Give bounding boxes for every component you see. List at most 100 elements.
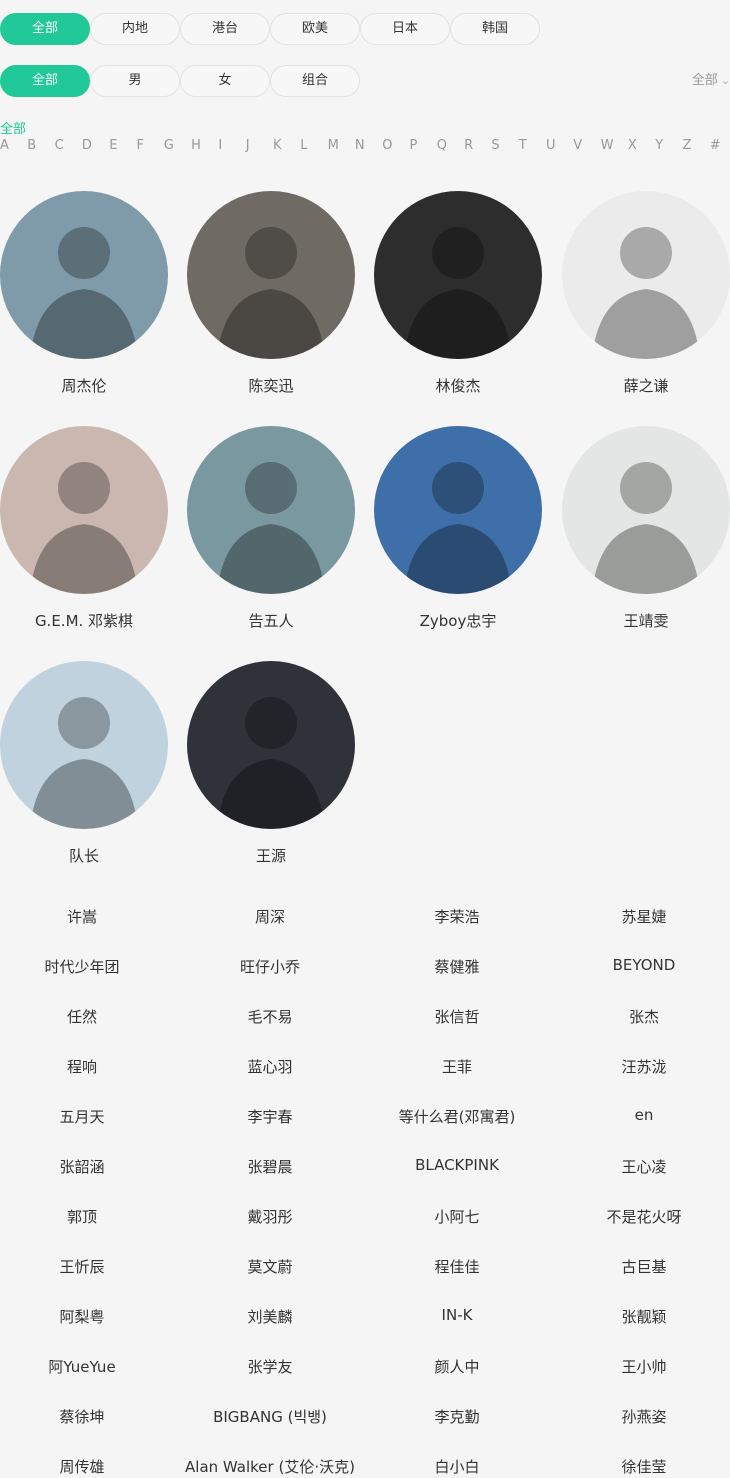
singer-name[interactable]: Zyboy忠宇 bbox=[354, 610, 562, 631]
singer-name[interactable]: 王源 bbox=[167, 845, 375, 866]
region-filter-4[interactable]: 日本 bbox=[360, 13, 450, 45]
singer-list-item[interactable]: 郭顶 bbox=[0, 1206, 173, 1227]
singer-list-item[interactable]: 阿YueYue bbox=[0, 1356, 173, 1377]
alpha-letter-i[interactable]: I bbox=[218, 138, 222, 153]
alpha-letter-n[interactable]: N bbox=[355, 138, 365, 153]
singer-list-item[interactable]: en bbox=[553, 1106, 730, 1124]
alpha-letter-d[interactable]: D bbox=[82, 138, 92, 153]
singer-card[interactable]: 周杰伦 bbox=[0, 191, 168, 395]
singer-list-item[interactable]: 小阿七 bbox=[366, 1206, 548, 1227]
singer-avatar[interactable] bbox=[562, 191, 730, 359]
singer-list-item[interactable]: 苏星婕 bbox=[553, 906, 730, 927]
singer-list-item[interactable]: 李宇春 bbox=[179, 1106, 361, 1127]
alpha-letter-b[interactable]: B bbox=[27, 138, 36, 153]
singer-list-item[interactable]: 刘美麟 bbox=[179, 1306, 361, 1327]
alpha-letter-y[interactable]: Y bbox=[655, 138, 663, 153]
singer-list-item[interactable]: 古巨基 bbox=[553, 1256, 730, 1277]
singer-name[interactable]: G.E.M. 邓紫棋 bbox=[0, 610, 188, 631]
alpha-letter-z[interactable]: Z bbox=[683, 138, 692, 153]
singer-avatar[interactable] bbox=[0, 191, 168, 359]
singer-list-item[interactable]: 李荣浩 bbox=[366, 906, 548, 927]
alpha-letter-s[interactable]: S bbox=[491, 138, 499, 153]
singer-name[interactable]: 周杰伦 bbox=[0, 375, 188, 396]
singer-name[interactable]: 陈奕迅 bbox=[167, 375, 375, 396]
singer-avatar[interactable] bbox=[0, 426, 168, 594]
singer-list-item[interactable]: 等什么君(邓寓君) bbox=[366, 1106, 548, 1127]
singer-list-item[interactable]: 王菲 bbox=[366, 1056, 548, 1077]
alpha-filter-all[interactable]: 全部 bbox=[0, 118, 26, 137]
singer-avatar[interactable] bbox=[187, 191, 355, 359]
singer-list-item[interactable]: BEYOND bbox=[553, 956, 730, 974]
alpha-letter-a[interactable]: A bbox=[0, 138, 9, 153]
singer-list-item[interactable]: 张杰 bbox=[553, 1006, 730, 1027]
singer-list-item[interactable]: 王忻辰 bbox=[0, 1256, 173, 1277]
singer-list-item[interactable]: 旺仔小乔 bbox=[179, 956, 361, 977]
singer-list-item[interactable]: 阿梨粤 bbox=[0, 1306, 173, 1327]
singer-list-item[interactable]: 任然 bbox=[0, 1006, 173, 1027]
singer-card[interactable]: 陈奕迅 bbox=[187, 191, 355, 395]
singer-list-item[interactable]: Alan Walker (艾伦·沃克) bbox=[179, 1456, 361, 1477]
singer-card[interactable]: 队长 bbox=[0, 661, 168, 865]
singer-list-item[interactable]: 周传雄 bbox=[0, 1456, 173, 1477]
alpha-letter-hash[interactable]: # bbox=[710, 138, 721, 153]
alpha-letter-p[interactable]: P bbox=[410, 138, 418, 153]
singer-list-item[interactable]: 蔡健雅 bbox=[366, 956, 548, 977]
singer-name[interactable]: 林俊杰 bbox=[354, 375, 562, 396]
singer-list-item[interactable]: 五月天 bbox=[0, 1106, 173, 1127]
singer-avatar[interactable] bbox=[562, 426, 730, 594]
alpha-letter-q[interactable]: Q bbox=[437, 138, 447, 153]
region-filter-2[interactable]: 港台 bbox=[180, 13, 270, 45]
alpha-letter-r[interactable]: R bbox=[464, 138, 473, 153]
alpha-letter-e[interactable]: E bbox=[109, 138, 117, 153]
singer-list-item[interactable]: 王心凌 bbox=[553, 1156, 730, 1177]
alpha-letter-v[interactable]: V bbox=[573, 138, 582, 153]
singer-name[interactable]: 队长 bbox=[0, 845, 188, 866]
singer-list-item[interactable]: 蓝心羽 bbox=[179, 1056, 361, 1077]
singer-list-item[interactable]: 毛不易 bbox=[179, 1006, 361, 1027]
singer-list-item[interactable]: 汪苏泷 bbox=[553, 1056, 730, 1077]
singer-name[interactable]: 告五人 bbox=[167, 610, 375, 631]
singer-card[interactable]: 告五人 bbox=[187, 426, 355, 630]
alpha-letter-g[interactable]: G bbox=[164, 138, 174, 153]
singer-list-item[interactable]: 张碧晨 bbox=[179, 1156, 361, 1177]
singer-list-item[interactable]: 李克勤 bbox=[366, 1406, 548, 1427]
region-filter-1[interactable]: 内地 bbox=[90, 13, 180, 45]
singer-avatar[interactable] bbox=[0, 661, 168, 829]
region-filter-0[interactable]: 全部 bbox=[0, 13, 90, 45]
singer-list-item[interactable]: BIGBANG (빅뱅) bbox=[179, 1406, 361, 1427]
singer-list-item[interactable]: 颜人中 bbox=[366, 1356, 548, 1377]
singer-list-item[interactable]: 蔡徐坤 bbox=[0, 1406, 173, 1427]
singer-card[interactable]: G.E.M. 邓紫棋 bbox=[0, 426, 168, 630]
singer-list-item[interactable]: 张靓颖 bbox=[553, 1306, 730, 1327]
singer-name[interactable]: 薛之谦 bbox=[542, 375, 730, 396]
singer-list-item[interactable]: 白小白 bbox=[366, 1456, 548, 1477]
alpha-letter-u[interactable]: U bbox=[546, 138, 556, 153]
gender-filter-0[interactable]: 全部 bbox=[0, 65, 90, 97]
singer-list-item[interactable]: 张韶涵 bbox=[0, 1156, 173, 1177]
singer-avatar[interactable] bbox=[374, 191, 542, 359]
alpha-letter-o[interactable]: O bbox=[382, 138, 392, 153]
singer-card[interactable]: 薛之谦 bbox=[562, 191, 730, 395]
alpha-letter-l[interactable]: L bbox=[300, 138, 307, 153]
alpha-letter-c[interactable]: C bbox=[55, 138, 64, 153]
alpha-letter-t[interactable]: T bbox=[519, 138, 527, 153]
gender-filter-1[interactable]: 男 bbox=[90, 65, 180, 97]
singer-list-item[interactable]: 莫文蔚 bbox=[179, 1256, 361, 1277]
singer-avatar[interactable] bbox=[374, 426, 542, 594]
gender-filter-3[interactable]: 组合 bbox=[270, 65, 360, 97]
singer-list-item[interactable]: 孙燕姿 bbox=[553, 1406, 730, 1427]
alpha-letter-h[interactable]: H bbox=[191, 138, 201, 153]
singer-list-item[interactable]: 张学友 bbox=[179, 1356, 361, 1377]
alpha-letter-m[interactable]: M bbox=[328, 138, 339, 153]
singer-avatar[interactable] bbox=[187, 426, 355, 594]
alpha-letter-x[interactable]: X bbox=[628, 138, 637, 153]
singer-list-item[interactable]: 周深 bbox=[179, 906, 361, 927]
region-filter-5[interactable]: 韩国 bbox=[450, 13, 540, 45]
singer-card[interactable]: 王靖雯 bbox=[562, 426, 730, 630]
singer-list-item[interactable]: IN-K bbox=[366, 1306, 548, 1324]
singer-list-item[interactable]: 许嵩 bbox=[0, 906, 173, 927]
sort-dropdown[interactable]: 全部 ⌄ bbox=[692, 65, 730, 97]
gender-filter-2[interactable]: 女 bbox=[180, 65, 270, 97]
singer-list-item[interactable]: 程佳佳 bbox=[366, 1256, 548, 1277]
region-filter-3[interactable]: 欧美 bbox=[270, 13, 360, 45]
